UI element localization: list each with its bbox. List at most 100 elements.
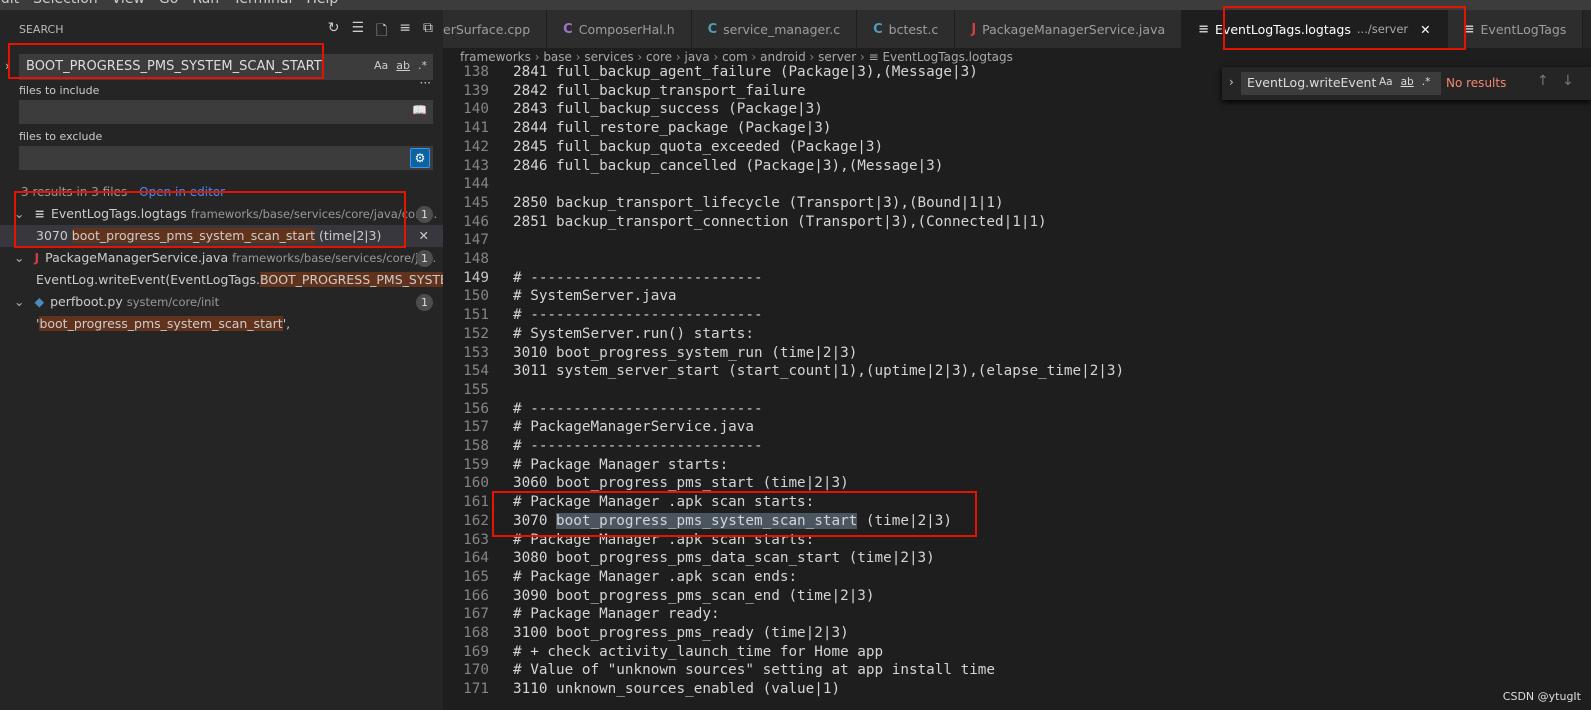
file-type-icon: J xyxy=(971,21,977,37)
whole-word-toggle[interactable]: ab xyxy=(396,59,410,72)
line-number: 154 xyxy=(463,363,489,380)
code-text: 3110 unknown_sources_enabled (value|1) xyxy=(513,681,841,698)
search-input[interactable]: BOOT_PROGRESS_PMS_SYSTEM_SCAN_START Aa ab… xyxy=(19,54,433,80)
result-file-name: EventLogTags.logtags xyxy=(50,206,187,221)
new-search-editor-icon[interactable]: 🗋 xyxy=(376,20,387,44)
menu-terminal[interactable]: Terminal xyxy=(233,0,292,7)
code-line: 170 # Value of "unknown sources" setting … xyxy=(443,662,1591,681)
include-input[interactable]: 📖 xyxy=(19,100,433,124)
result-file-path: frameworks/base/services/core/ja... xyxy=(232,251,437,265)
line-number: 152 xyxy=(463,325,489,342)
code-text: 3011 system_server_start (start_count|1)… xyxy=(513,363,1125,380)
chevron-down-icon[interactable]: ⌄ xyxy=(14,250,24,265)
open-editors-icon[interactable]: 📖 xyxy=(412,103,427,117)
regex-toggle[interactable]: .* xyxy=(418,59,427,72)
collapse-icon[interactable]: ≡ xyxy=(399,20,411,44)
code-line: 144 xyxy=(443,176,1591,195)
whole-word-toggle[interactable]: ab xyxy=(1401,76,1414,88)
menu-go[interactable]: Go xyxy=(159,0,178,7)
menu-run[interactable]: Run xyxy=(192,0,219,7)
code-text: 3010 boot_progress_system_run (time|2|3) xyxy=(513,344,858,361)
dismiss-icon[interactable]: ✕ xyxy=(419,228,429,243)
previous-match-icon[interactable]: ↑ xyxy=(1537,73,1549,89)
code-text: # --------------------------- xyxy=(513,269,763,286)
result-match[interactable]: 3070 boot_progress_pms_system_scan_start… xyxy=(0,225,443,247)
menu-view[interactable]: View xyxy=(112,0,145,7)
breadcrumb-item[interactable]: services xyxy=(584,50,633,64)
tab-bctest-c[interactable]: Cbctest.c xyxy=(857,10,956,48)
code-line: 145 2850 backup_transport_lifecycle (Tran… xyxy=(443,195,1591,214)
code-text: 2841 full_backup_agent_failure (Package|… xyxy=(513,64,978,80)
code-editor[interactable]: 138 2841 full_backup_agent_failure (Packa… xyxy=(443,64,1591,710)
result-match[interactable]: 'boot_progress_pms_system_scan_start', xyxy=(0,313,443,335)
lines-icon: ≡ xyxy=(868,50,883,64)
java-icon: J xyxy=(34,250,40,265)
result-file[interactable]: ⌄ J PackageManagerService.java frameworks/b… xyxy=(0,247,443,269)
menu-help[interactable]: Help xyxy=(306,0,338,7)
code-line: 152 # SystemServer.run() starts: xyxy=(443,326,1591,345)
regex-toggle[interactable]: .* xyxy=(1422,76,1431,88)
code-text: 2844 full_restore_package (Package|3) xyxy=(513,120,832,137)
breadcrumb-item[interactable]: core xyxy=(646,50,672,64)
line-number: 138 xyxy=(463,64,489,80)
breadcrumb-item[interactable]: server xyxy=(818,50,856,64)
close-tab-icon[interactable]: ✕ xyxy=(1420,22,1430,37)
use-exclude-settings-icon[interactable]: ⚙ xyxy=(410,148,430,168)
clear-results-icon[interactable]: ☰ xyxy=(351,20,364,44)
search-sidebar: SEARCH ↻ ☰ 🗋 ≡ ⧉ › BOOT_PROGRESS_PMS_SYS… xyxy=(0,10,443,710)
code-line: 140 2843 full_backup_success (Package|3) xyxy=(443,101,1591,120)
match-case-toggle[interactable]: Aa xyxy=(1379,76,1393,88)
chevron-right-icon: › xyxy=(747,50,761,64)
refresh-icon[interactable]: ↻ xyxy=(328,20,340,44)
toggle-replace-icon[interactable]: › xyxy=(1229,75,1234,89)
result-match[interactable]: EventLog.writeEvent(EventLogTags.BOOT_PR… xyxy=(0,269,443,291)
code-text: # Package Manager .apk scan ends: xyxy=(513,568,798,585)
tab-ersurface-cpp[interactable]: erSurface.cpp xyxy=(443,10,548,48)
breadcrumb-item[interactable]: frameworks xyxy=(460,50,531,64)
tab-service-manager-c[interactable]: Cservice_manager.c xyxy=(691,10,858,48)
menu-selection[interactable]: Selection xyxy=(33,0,98,7)
breadcrumb-item[interactable]: com xyxy=(722,50,748,64)
tab-packagemanagerservice-java[interactable]: J PackageManagerService.java xyxy=(955,10,1183,48)
tab-label: ComposerHal.h xyxy=(578,21,675,37)
toggle-replace-icon[interactable]: › xyxy=(5,59,10,73)
view-as-tree-icon[interactable]: ⧉ xyxy=(423,20,433,44)
more-options-icon[interactable]: ··· xyxy=(420,76,431,90)
line-number: 151 xyxy=(463,307,489,324)
line-number: 150 xyxy=(463,288,489,305)
result-file-path: frameworks/base/services/core/java/com..… xyxy=(190,207,438,221)
exclude-label: files to exclude xyxy=(19,130,103,143)
sidebar-title: SEARCH xyxy=(19,23,64,36)
breadcrumb-item[interactable]: android xyxy=(760,50,806,64)
line-number: 164 xyxy=(463,550,489,567)
code-line: 157 # PackageManagerService.java xyxy=(443,419,1591,438)
code-line: 165 # Package Manager .apk scan ends: xyxy=(443,569,1591,588)
breadcrumb-item[interactable]: EventLogTags.logtags xyxy=(882,50,1012,64)
chevron-down-icon[interactable]: ⌄ xyxy=(14,206,24,221)
chevron-down-icon[interactable]: ⌄ xyxy=(14,294,24,309)
code-text: # --------------------------- xyxy=(513,438,763,454)
menu-edit[interactable]: Edit xyxy=(0,0,19,7)
result-file[interactable]: ⌄ ◆ perfboot.py system/core/init 1 xyxy=(0,291,443,313)
match-suffix: (time|2|3) xyxy=(315,228,382,243)
tab-eventlogtags[interactable]: ≡ EventLogTags xyxy=(1447,10,1584,48)
line-number: 163 xyxy=(463,531,489,548)
file-type-icon: ≡ xyxy=(1463,21,1475,37)
tab-composerhal-h[interactable]: C ComposerHal.h xyxy=(547,10,692,48)
line-number: 160 xyxy=(463,475,489,492)
code-line: 168 3100 boot_progress_pms_ready (time|2|… xyxy=(443,625,1591,644)
find-input[interactable]: EventLog.writeEvent Aa ab .* xyxy=(1241,72,1441,95)
breadcrumb-item[interactable]: base xyxy=(543,50,572,64)
exclude-input[interactable]: ⚙ xyxy=(19,146,433,170)
tab-eventlogtags-logtags[interactable]: ≡ EventLogTags.logtags .../server ✕ xyxy=(1182,10,1448,48)
next-match-icon[interactable]: ↓ xyxy=(1562,73,1574,89)
result-count-badge: 1 xyxy=(416,206,433,223)
match-case-toggle[interactable]: Aa xyxy=(374,59,388,72)
code-line: 159 # Package Manager starts: xyxy=(443,457,1591,476)
chevron-right-icon: › xyxy=(571,50,585,64)
breadcrumb-item[interactable]: java xyxy=(684,50,709,64)
open-in-editor-link[interactable]: Open in editor xyxy=(139,185,225,199)
code-text: 2845 full_backup_quota_exceeded (Package… xyxy=(513,138,884,155)
code-line: 155 xyxy=(443,382,1591,401)
result-file[interactable]: ⌄ ≡ EventLogTags.logtags frameworks/base/se… xyxy=(0,203,443,225)
